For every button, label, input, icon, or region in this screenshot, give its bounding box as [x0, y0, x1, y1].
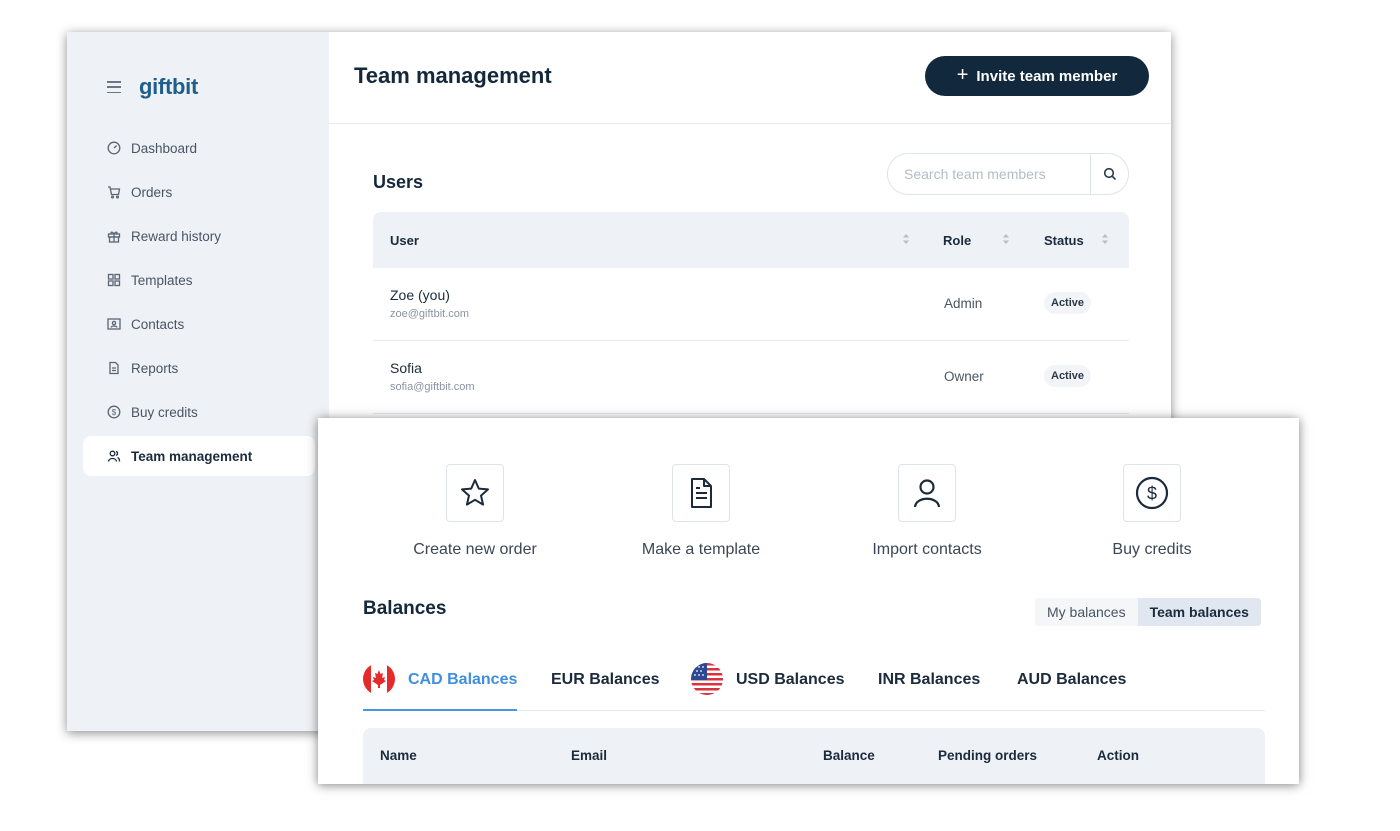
users-section-title: Users: [373, 172, 424, 192]
plus-icon: +: [956, 63, 969, 86]
user-email: sofia@giftbit.com: [390, 381, 475, 393]
tab-aud-balances[interactable]: AUD Balances: [1017, 663, 1126, 711]
balances-window: Create new order Make a template Import …: [318, 418, 1299, 784]
column-header-email[interactable]: Email: [571, 748, 607, 763]
users-table-header: User Role Status: [373, 212, 1129, 268]
brand: giftbit: [107, 74, 198, 100]
search-team-members: [887, 153, 1129, 195]
sidebar-item-label: Reports: [131, 360, 179, 376]
column-header-action[interactable]: Action: [1097, 748, 1139, 763]
balances-table-header: Name Email Balance Pending orders Action: [363, 728, 1265, 784]
team-balances-toggle[interactable]: Team balances: [1137, 598, 1261, 626]
currency-tabs: CAD Balances EUR Balances USD Balances I…: [363, 663, 1265, 711]
page-title: Team management: [354, 63, 552, 88]
user-role: Owner: [944, 369, 984, 384]
team-icon: [107, 450, 121, 462]
star-icon: [461, 479, 489, 506]
cart-icon: [108, 186, 121, 199]
tab-cad-balances[interactable]: CAD Balances: [363, 663, 518, 711]
quick-action-label: Import contacts: [872, 541, 982, 558]
balances-title: Balances: [363, 598, 447, 619]
sidebar-nav: Dashboard Orders Reward history Template…: [83, 128, 315, 480]
column-header-role[interactable]: Role: [943, 233, 971, 248]
document-icon: [109, 361, 119, 375]
sidebar-item-label: Reward history: [131, 228, 222, 244]
quick-action-make-template[interactable]: Make a template: [601, 464, 801, 559]
sidebar-item-templates[interactable]: Templates: [83, 260, 315, 300]
user-email: zoe@giftbit.com: [390, 308, 470, 320]
sort-icon[interactable]: [1002, 232, 1010, 246]
user-role: Admin: [944, 296, 983, 311]
quick-action-icon-box: [672, 464, 730, 522]
invite-button-label: Invite team member: [976, 67, 1118, 85]
sidebar-item-label: Buy credits: [131, 404, 198, 420]
tab-label: EUR Balances: [551, 671, 660, 688]
column-header-pending-orders[interactable]: Pending orders: [938, 748, 1037, 763]
quick-action-create-order[interactable]: Create new order: [375, 464, 575, 559]
sidebar-item-orders[interactable]: Orders: [83, 172, 315, 212]
quick-action-label: Buy credits: [1112, 541, 1192, 558]
quick-action-icon-box: [446, 464, 504, 522]
tab-eur-balances[interactable]: EUR Balances: [551, 663, 660, 711]
sidebar-item-reward-history[interactable]: Reward history: [83, 216, 315, 256]
search-button[interactable]: [1090, 154, 1128, 194]
search-icon: [1103, 167, 1116, 181]
canada-flag-icon: [363, 663, 395, 695]
column-header-balance[interactable]: Balance: [823, 748, 875, 763]
grid-icon: [107, 273, 121, 287]
quick-action-buy-credits[interactable]: $ Buy credits: [1052, 464, 1252, 559]
tab-label: INR Balances: [878, 671, 981, 688]
invite-team-member-button[interactable]: + Invite team member: [925, 56, 1149, 96]
sidebar-item-label: Orders: [131, 184, 173, 200]
users-table: User Role Status Zoe (you) zoe@giftbit.c…: [373, 212, 1129, 414]
column-header-user[interactable]: User: [390, 233, 419, 248]
quick-action-icon-box: [898, 464, 956, 522]
dollar-coin-icon: $: [107, 405, 121, 419]
page-header: Team management + Invite team member: [329, 32, 1171, 124]
tab-label: USD Balances: [736, 671, 845, 688]
quick-action-label: Make a template: [641, 541, 761, 558]
sidebar-item-label: Contacts: [131, 316, 185, 332]
svg-text:$: $: [112, 408, 117, 417]
column-header-name[interactable]: Name: [380, 748, 417, 763]
user-name: Zoe (you): [390, 287, 450, 303]
sidebar-item-dashboard[interactable]: Dashboard: [83, 128, 315, 168]
status-badge: Active: [1044, 365, 1092, 387]
sidebar-item-label: Dashboard: [131, 140, 198, 156]
sidebar: giftbit Dashboard Orders Reward history …: [67, 32, 329, 731]
person-icon: [913, 479, 941, 508]
sidebar-item-buy-credits[interactable]: $ Buy credits: [83, 392, 315, 432]
search-input[interactable]: [888, 154, 1090, 194]
sort-icon[interactable]: [1101, 232, 1109, 246]
sidebar-item-label: Templates: [131, 272, 193, 288]
sidebar-item-reports[interactable]: Reports: [83, 348, 315, 388]
tab-label: CAD Balances: [408, 671, 518, 688]
balances-toggle: My balances Team balances: [1035, 598, 1261, 626]
giftbit-logo[interactable]: giftbit: [139, 74, 198, 100]
sidebar-item-label: Team management: [131, 448, 253, 464]
usa-flag-icon: [691, 663, 723, 695]
gift-icon: [107, 231, 121, 243]
dollar-circle-icon: $: [1135, 476, 1169, 510]
tab-label: AUD Balances: [1017, 671, 1127, 688]
quick-action-icon-box: $: [1123, 464, 1181, 522]
tab-usd-balances[interactable]: USD Balances: [691, 663, 845, 711]
contact-card-icon: [107, 318, 121, 330]
user-name: Sofia: [390, 360, 422, 376]
status-badge: Active: [1044, 292, 1092, 314]
document-icon: [691, 478, 712, 508]
dashboard-gauge-icon: [107, 141, 121, 155]
svg-text:$: $: [1147, 484, 1157, 504]
column-header-status[interactable]: Status: [1044, 233, 1084, 248]
quick-action-import-contacts[interactable]: Import contacts: [827, 464, 1027, 559]
my-balances-toggle[interactable]: My balances: [1035, 598, 1138, 626]
hamburger-menu-icon[interactable]: [107, 81, 121, 93]
sort-icon[interactable]: [902, 232, 910, 246]
sidebar-item-contacts[interactable]: Contacts: [83, 304, 315, 344]
tab-inr-balances[interactable]: INR Balances: [878, 663, 980, 711]
table-row[interactable]: Sofia sofia@giftbit.com Owner Active: [373, 341, 1129, 414]
quick-action-label: Create new order: [413, 541, 537, 558]
table-row[interactable]: Zoe (you) zoe@giftbit.com Admin Active: [373, 268, 1129, 341]
sidebar-item-team-management[interactable]: Team management: [83, 436, 315, 476]
